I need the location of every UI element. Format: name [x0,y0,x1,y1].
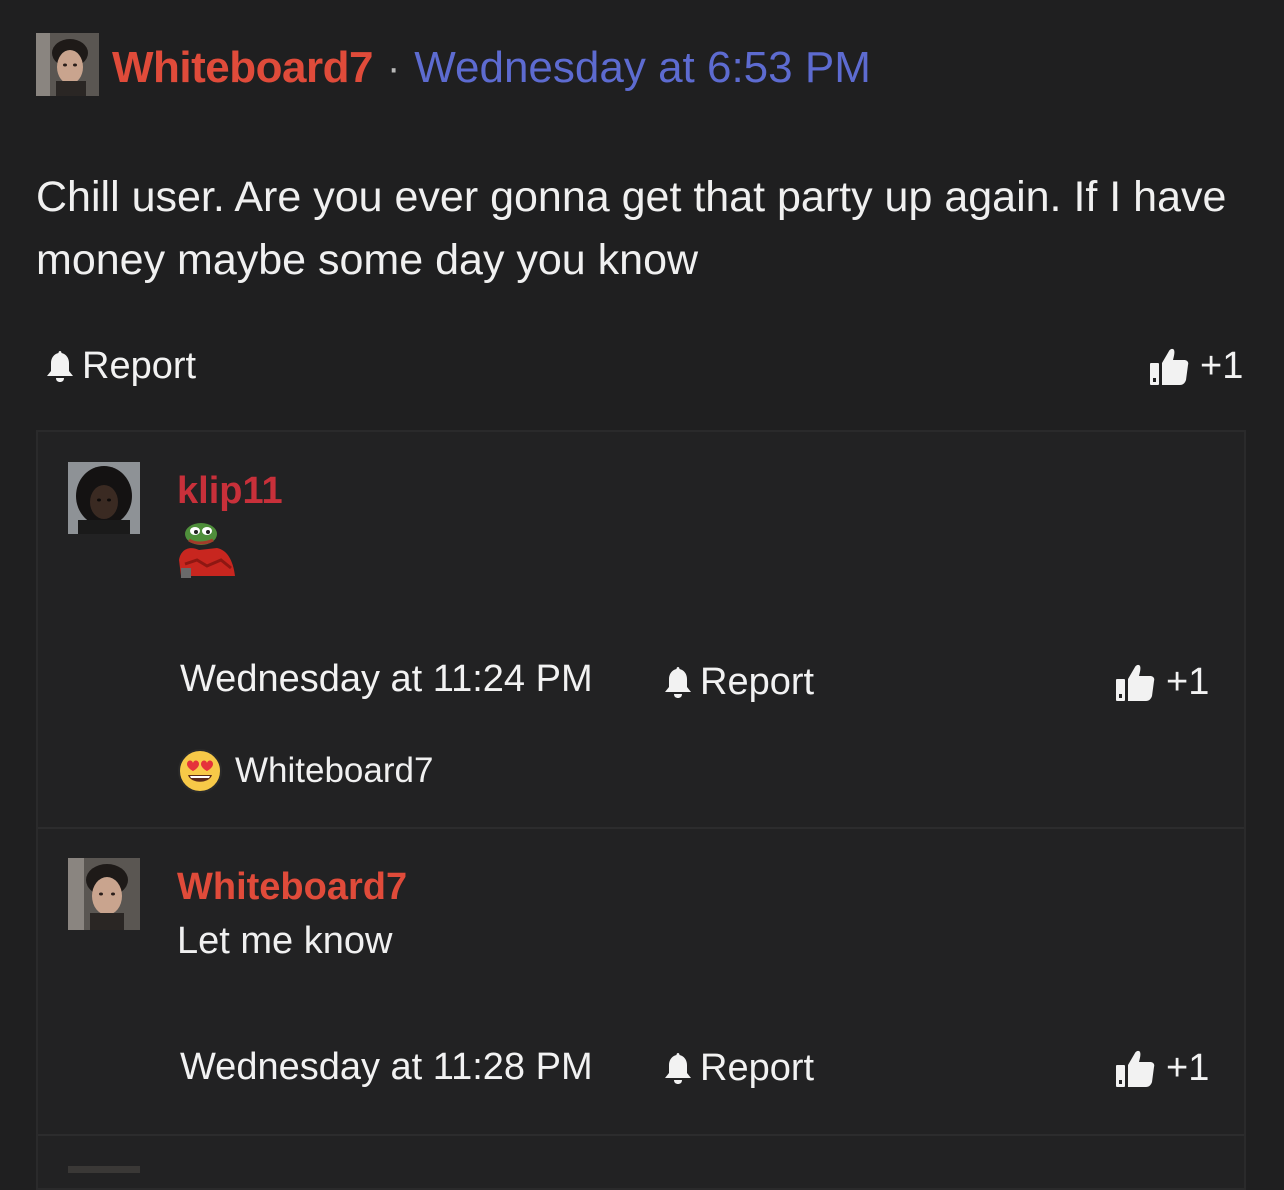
reply-timestamp[interactable]: Wednesday at 11:28 PM [180,1046,593,1089]
post-report-label: Report [82,344,197,387]
reply-report-label: Report [700,1046,815,1089]
reply-author-name[interactable]: klip11 [177,470,283,513]
bell-icon [47,351,73,382]
reply-divider [38,1134,1244,1136]
reply-divider [38,827,1244,829]
reaction-summary[interactable]: Whiteboard7 [177,748,433,794]
reply-body-text: Let me know [177,920,393,962]
reply-author-name[interactable]: Whiteboard7 [177,866,407,909]
thumbs-up-icon [1116,664,1155,701]
bell-icon [665,667,691,698]
reply-like-button[interactable]: +1 [1114,1042,1209,1094]
post-header: Whiteboard7 · Wednesday at 6:53 PM [112,38,871,98]
thumbs-up-icon [1116,1050,1155,1087]
post-author-avatar[interactable] [36,33,99,96]
post-like-button[interactable]: +1 [1148,340,1243,392]
reply-like-count: +1 [1166,1046,1210,1089]
reply-report-button[interactable]: Report [662,656,814,708]
post-like-count: +1 [1200,344,1244,387]
reply-report-label: Report [700,660,815,703]
reply-report-button[interactable]: Report [662,1042,814,1094]
post-report-button[interactable]: Report [44,340,196,392]
pepe-sticker [177,520,237,578]
post-body-text: Chill user. Are you ever gonna get that … [36,173,1227,284]
bell-icon [665,1053,691,1084]
reply-like-button[interactable]: +1 [1114,656,1209,708]
reply-like-count: +1 [1166,660,1210,703]
post-timestamp[interactable]: Wednesday at 6:53 PM [414,43,871,93]
reply-author-avatar[interactable] [68,858,140,930]
post-author-name[interactable]: Whiteboard7 [112,43,373,93]
thumbs-up-icon [1150,348,1189,385]
heart-eyes-icon [178,749,222,793]
reply-timestamp[interactable]: Wednesday at 11:24 PM [180,658,593,701]
reply-author-avatar[interactable] [68,1166,140,1173]
reply-author-avatar[interactable] [68,462,140,534]
reaction-user: Whiteboard7 [235,751,434,790]
header-separator: · [386,45,401,90]
